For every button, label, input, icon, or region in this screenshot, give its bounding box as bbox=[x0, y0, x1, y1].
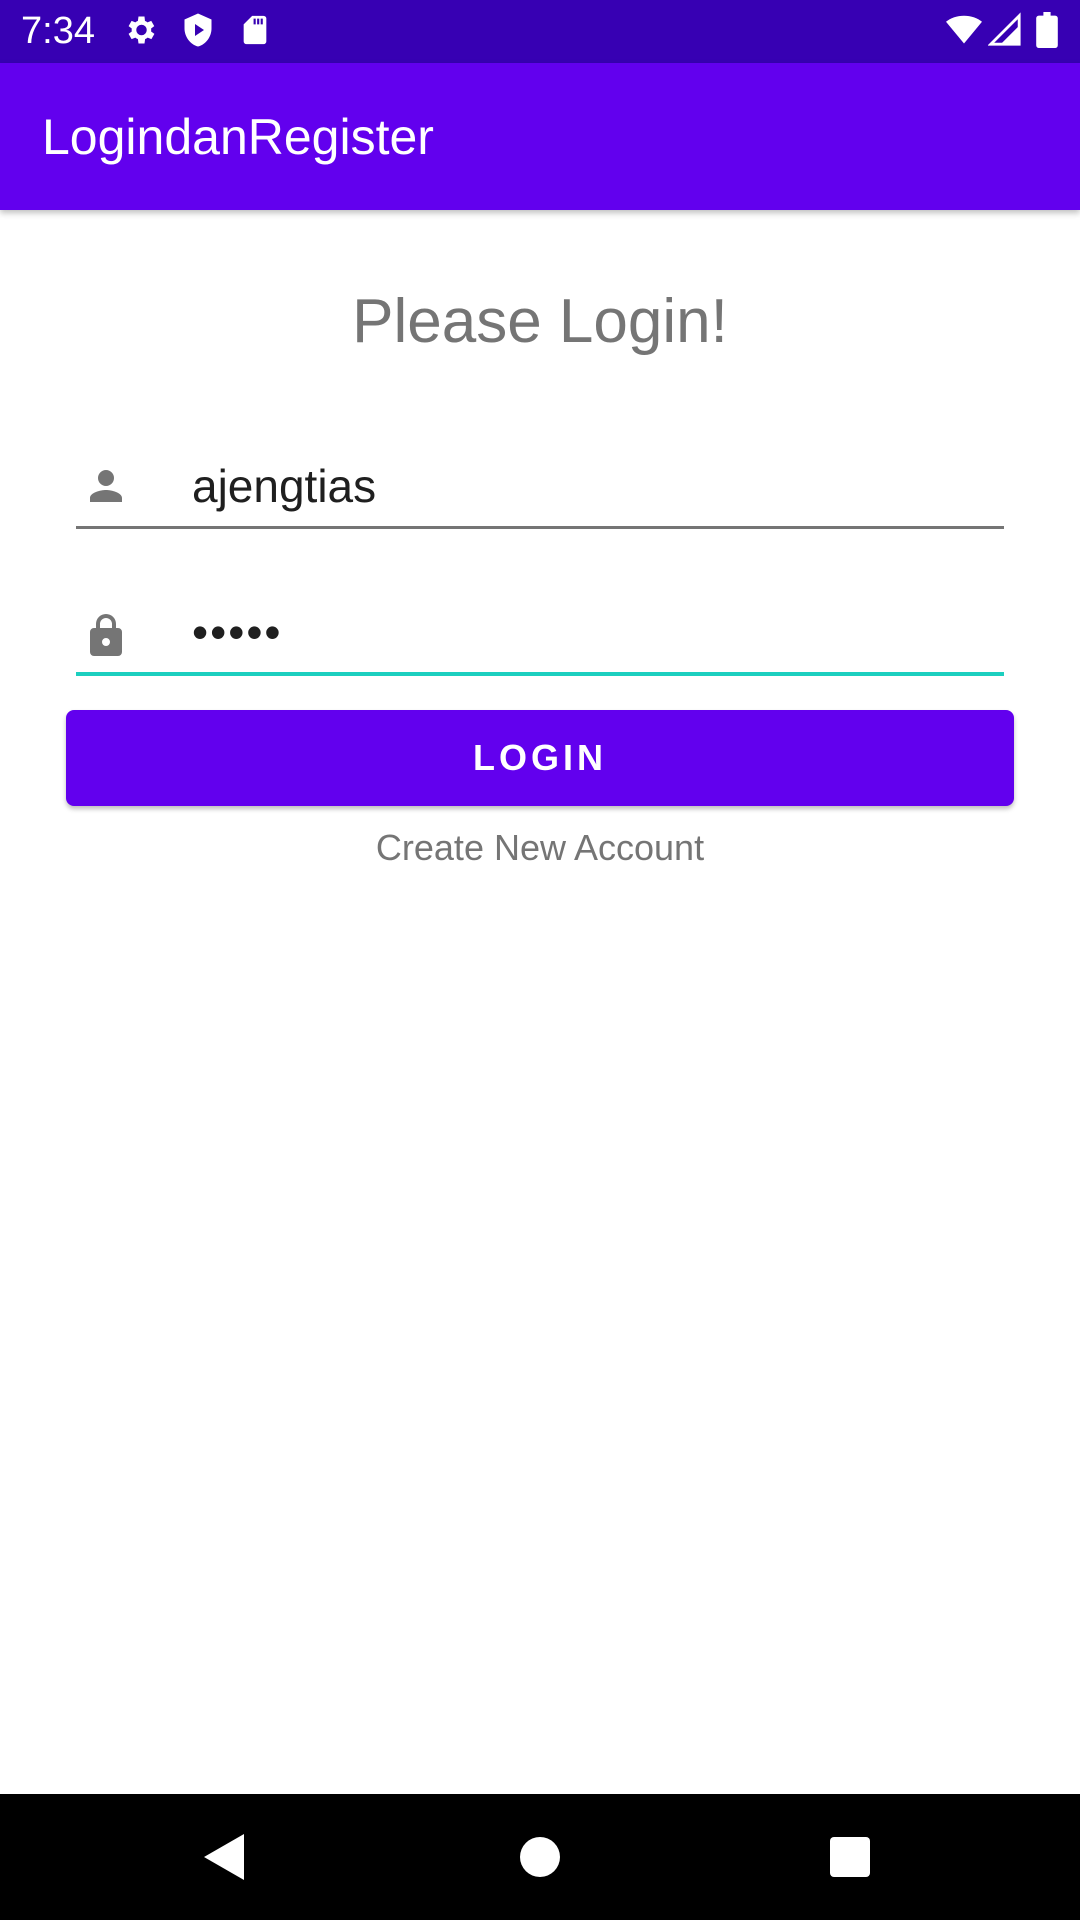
battery-icon bbox=[1036, 12, 1058, 53]
navigation-bar bbox=[0, 1794, 1080, 1920]
back-icon[interactable] bbox=[134, 1794, 314, 1920]
gear-icon bbox=[122, 12, 158, 53]
username-input[interactable] bbox=[192, 446, 992, 526]
recents-icon[interactable] bbox=[760, 1794, 940, 1920]
cell-signal-icon bbox=[987, 12, 1022, 53]
status-bar: 7:34 bbox=[0, 0, 1080, 63]
lock-icon bbox=[82, 608, 130, 669]
username-field[interactable] bbox=[76, 446, 1004, 529]
create-account-link[interactable]: Create New Account bbox=[0, 826, 1080, 870]
home-icon[interactable] bbox=[450, 1794, 630, 1920]
sd-card-icon bbox=[238, 12, 272, 53]
password-input[interactable] bbox=[192, 592, 992, 672]
login-button[interactable]: LOGIN bbox=[66, 710, 1014, 806]
shield-play-icon bbox=[180, 12, 216, 53]
app-title: LogindanRegister bbox=[42, 109, 434, 165]
app-bar: LogindanRegister bbox=[0, 63, 1080, 210]
page-title: Please Login! bbox=[352, 287, 728, 356]
person-icon bbox=[82, 462, 130, 515]
status-time: 7:34 bbox=[21, 10, 95, 52]
wifi-icon bbox=[944, 12, 984, 53]
password-field[interactable] bbox=[76, 592, 1004, 676]
